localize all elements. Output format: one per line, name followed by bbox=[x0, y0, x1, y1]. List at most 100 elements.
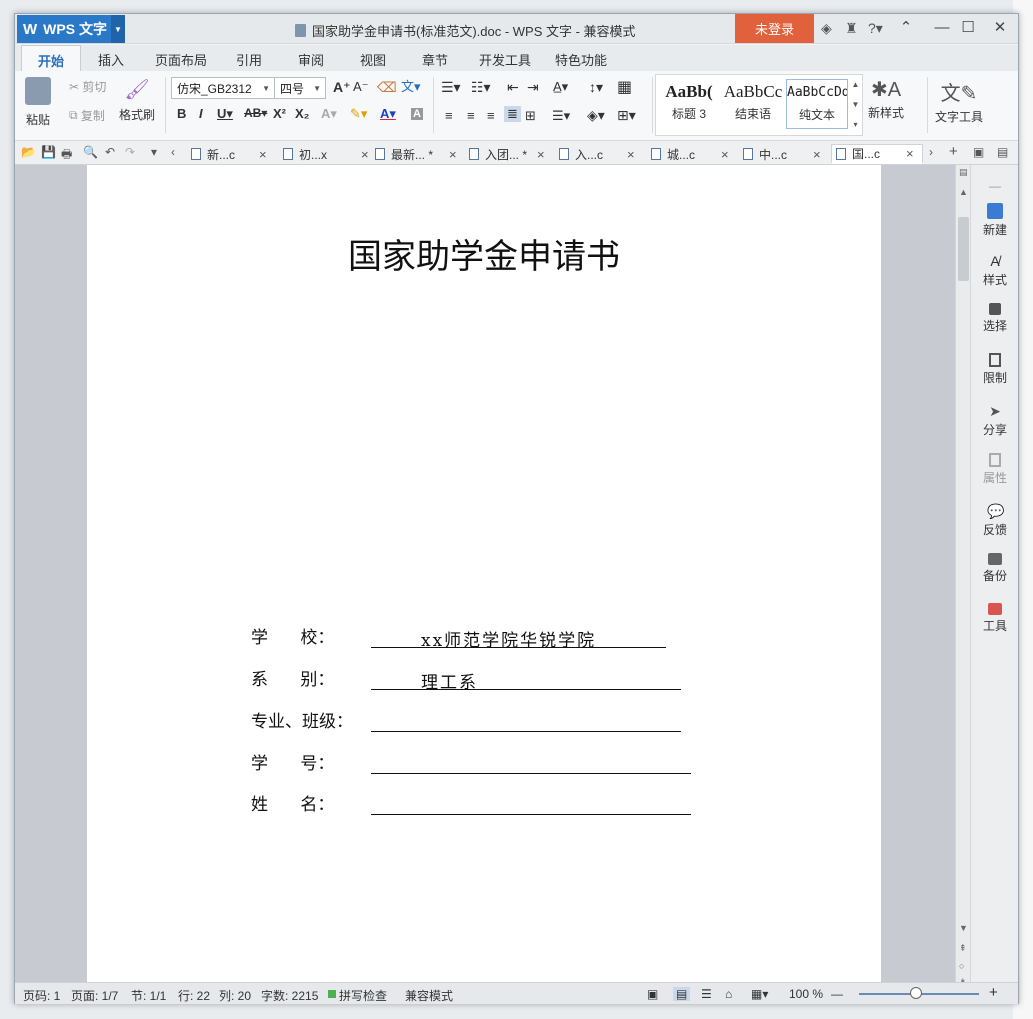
field-value[interactable]: xx师范学院华锐学院 bbox=[371, 626, 666, 651]
web-view-icon[interactable]: ⌂ bbox=[725, 987, 732, 1001]
doc-tab[interactable]: 初...x × bbox=[283, 144, 369, 164]
scroll-thumb[interactable] bbox=[958, 217, 969, 281]
undo-icon[interactable]: ↶ bbox=[105, 145, 115, 159]
panel-select-button[interactable]: 选择 bbox=[971, 303, 1019, 334]
tab-developer[interactable]: 开发工具 bbox=[479, 50, 531, 69]
shirt-icon[interactable]: ♜ bbox=[845, 20, 858, 37]
panel-style-button[interactable]: A̸ 样式 bbox=[971, 253, 1019, 288]
minimize-button[interactable]: — bbox=[931, 18, 953, 38]
numbered-list-icon[interactable]: ☷▾ bbox=[471, 79, 491, 96]
tab-menu-icon[interactable]: ▤ bbox=[997, 145, 1008, 159]
zoom-out-icon[interactable]: — bbox=[831, 987, 843, 1001]
tab-view[interactable]: 视图 bbox=[360, 50, 386, 69]
tab-insert[interactable]: 插入 bbox=[98, 50, 124, 69]
text-effect-icon[interactable]: A▾ bbox=[321, 106, 337, 122]
close-icon[interactable]: × bbox=[259, 147, 267, 162]
scroll-down-icon[interactable]: ▼ bbox=[959, 923, 968, 933]
phonetic-icon[interactable]: 文▾ bbox=[401, 76, 421, 95]
doc-tab[interactable]: 入团... * × bbox=[469, 144, 555, 164]
print-preview-icon[interactable]: 🔍 bbox=[83, 145, 98, 159]
tab-review[interactable]: 审阅 bbox=[298, 50, 324, 69]
tab-list-icon[interactable]: ▣ bbox=[973, 145, 984, 159]
redo-icon[interactable]: ↷ bbox=[125, 145, 135, 159]
panel-tools-button[interactable]: 工具 bbox=[971, 603, 1019, 634]
document-area[interactable]: 国家助学金申请书 学 校： xx师范学院华锐学院 系 别： 理工系 专业、班级：… bbox=[15, 165, 955, 982]
panel-collapse-icon[interactable]: — bbox=[971, 179, 1019, 193]
panel-backup-button[interactable]: 备份 bbox=[971, 553, 1019, 584]
new-style-button[interactable]: ✱A 新样式 bbox=[868, 77, 904, 121]
help-icon[interactable]: ?▾ bbox=[868, 20, 883, 37]
doc-tab[interactable]: 城...c × bbox=[651, 144, 737, 164]
vertical-scrollbar[interactable]: ▤ ▲ ▼ ⇞ ○ ⇟ bbox=[955, 165, 970, 987]
subscript-icon[interactable]: X₂ bbox=[295, 106, 309, 121]
field-value[interactable] bbox=[371, 752, 691, 774]
new-tab-icon[interactable]: + bbox=[949, 143, 958, 160]
chevron-down-icon[interactable]: ▾ bbox=[151, 145, 157, 159]
border-icon[interactable]: ⊞▾ bbox=[617, 107, 636, 124]
prev-page-icon[interactable]: ⇞ bbox=[959, 943, 967, 954]
align-left-icon[interactable]: ≡ bbox=[445, 108, 453, 123]
grow-font-icon[interactable]: A⁺ bbox=[333, 79, 351, 96]
document-page[interactable]: 国家助学金申请书 学 校： xx师范学院华锐学院 系 别： 理工系 专业、班级：… bbox=[87, 165, 881, 982]
zoom-value[interactable]: 100 % bbox=[789, 987, 823, 1001]
align-center-icon[interactable]: ≡ bbox=[467, 108, 475, 123]
field-value[interactable] bbox=[371, 793, 691, 815]
justify-icon[interactable]: ≣ bbox=[504, 106, 521, 122]
underline-icon[interactable]: U▾ bbox=[217, 106, 233, 122]
char-shading-icon[interactable]: A bbox=[411, 108, 423, 120]
close-icon[interactable]: × bbox=[906, 146, 914, 161]
close-icon[interactable]: × bbox=[361, 147, 369, 162]
tab-special[interactable]: 特色功能 bbox=[555, 50, 607, 69]
line-spacing-icon[interactable]: ☰▾ bbox=[552, 108, 570, 124]
doc-tab-active[interactable]: 国...c × bbox=[831, 144, 923, 164]
format-painter-button[interactable]: 🖌 格式刷 bbox=[119, 77, 155, 123]
paste-button[interactable]: 粘贴 bbox=[25, 77, 51, 128]
sort-icon[interactable]: ↕▾ bbox=[589, 79, 603, 96]
gallery-scroll[interactable]: ▲ ▼ ▾ bbox=[849, 75, 862, 135]
doc-tab[interactable]: 新...c × bbox=[191, 144, 277, 164]
panel-restrict-button[interactable]: 限制 bbox=[971, 353, 1019, 386]
field-value[interactable] bbox=[371, 710, 681, 732]
close-icon[interactable]: × bbox=[449, 147, 457, 162]
clear-format-icon[interactable]: ⌫ bbox=[377, 79, 397, 96]
panel-feedback-button[interactable]: 💬 反馈 bbox=[971, 503, 1019, 538]
zoom-slider-knob[interactable] bbox=[910, 987, 922, 999]
tab-references[interactable]: 引用 bbox=[236, 50, 262, 69]
text-tools-button[interactable]: 文✎ 文字工具 bbox=[935, 77, 983, 125]
style-closing[interactable]: AaBbCc 结束语 bbox=[722, 79, 784, 129]
font-name-select[interactable]: 仿宋_GB2312 ▼ bbox=[171, 77, 275, 99]
font-size-select[interactable]: 四号 ▼ bbox=[274, 77, 326, 99]
tab-page-layout[interactable]: 页面布局 bbox=[155, 50, 207, 69]
login-button[interactable]: 未登录 bbox=[735, 14, 814, 43]
chevron-down-icon[interactable]: ▼ bbox=[111, 15, 125, 43]
close-icon[interactable]: × bbox=[721, 147, 729, 162]
tabs-prev-icon[interactable]: ‹ bbox=[171, 145, 175, 159]
distribute-icon[interactable]: ⊞ bbox=[525, 108, 536, 124]
fill-color-icon[interactable]: ◈▾ bbox=[587, 107, 605, 124]
tabs-next-icon[interactable]: › bbox=[929, 145, 933, 159]
panel-new-button[interactable]: 新建 bbox=[971, 203, 1019, 238]
copy-button[interactable]: ⧉ 复制 bbox=[69, 107, 105, 124]
close-icon[interactable]: × bbox=[537, 147, 545, 162]
select-browse-icon[interactable]: ○ bbox=[959, 961, 964, 971]
open-icon[interactable]: 📂 bbox=[21, 145, 36, 159]
style-heading3[interactable]: AaBb( 标题 3 bbox=[658, 79, 720, 129]
app-menu-button[interactable]: W WPS 文字 ▼ bbox=[17, 15, 125, 43]
fullscreen-icon[interactable]: ▣ bbox=[647, 987, 658, 1001]
superscript-icon[interactable]: X² bbox=[273, 106, 286, 121]
highlight-icon[interactable]: ✎▾ bbox=[350, 106, 367, 122]
status-spell-check[interactable]: 拼写检查 bbox=[339, 987, 387, 1004]
table-icon[interactable]: ▦ bbox=[617, 77, 632, 97]
char-scale-icon[interactable]: A̲▾ bbox=[553, 79, 568, 95]
panel-toggle-icon[interactable]: ▤ bbox=[959, 167, 968, 178]
collapse-ribbon-icon[interactable]: ⌃ bbox=[895, 18, 917, 38]
bold-icon[interactable]: B bbox=[177, 106, 186, 121]
doc-tab[interactable]: 最新... * × bbox=[375, 144, 461, 164]
panel-share-button[interactable]: ➤ 分享 bbox=[971, 403, 1019, 438]
shrink-font-icon[interactable]: A⁻ bbox=[353, 79, 369, 95]
close-icon[interactable]: × bbox=[813, 147, 821, 162]
reading-view-icon[interactable]: ▦▾ bbox=[751, 987, 768, 1001]
close-icon[interactable]: × bbox=[627, 147, 635, 162]
strikethrough-icon[interactable]: AB▾ bbox=[244, 106, 267, 120]
font-color-icon[interactable]: A▾ bbox=[380, 106, 396, 122]
